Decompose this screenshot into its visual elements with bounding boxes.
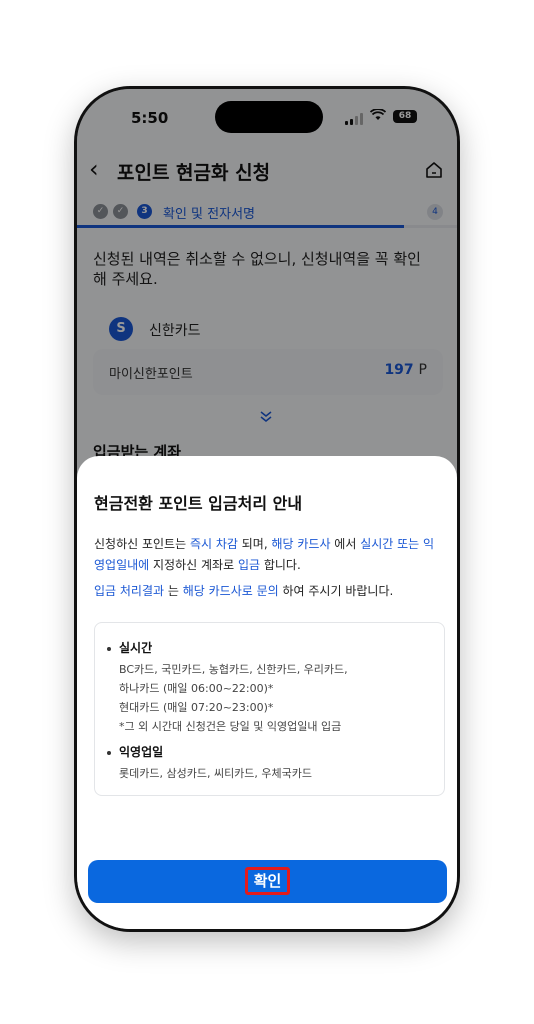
highlight-text: 해당 카드사: [271, 537, 331, 551]
realtime-line: 하나카드 (매일 06:00~22:00)*: [119, 682, 274, 695]
nextday-title: 익영업일: [119, 745, 164, 759]
realtime-title: 실시간: [119, 641, 153, 655]
highlight-text: 즉시 차감: [189, 537, 238, 551]
deposit-schedule-box: 실시간 BC카드, 국민카드, 농협카드, 신한카드, 우리카드, 하나카드 (…: [94, 622, 445, 796]
confirm-button-label: 확인: [244, 867, 291, 895]
sheet-title: 현금전환 포인트 입금처리 안내: [94, 494, 303, 513]
paragraph-text: 되며,: [237, 537, 272, 551]
paragraph-text: 신청하신 포인트는: [94, 537, 190, 551]
sheet-paragraph-deposit: 신청하신 포인트는 즉시 차감 되며, 해당 카드사 에서 실시간 또는 익영업…: [94, 534, 444, 576]
phone-frame: 5:50 68 ‹ 포인트 현금화 신청 ✓ ✓ 3 확인 및 전자서명 4 신…: [74, 86, 460, 932]
paragraph-text: 에서: [330, 537, 361, 551]
highlight-text: 입금 처리결과: [94, 584, 165, 598]
bottom-sheet: 현금전환 포인트 입금처리 안내 신청하신 포인트는 즉시 차감 되며, 해당 …: [77, 456, 457, 929]
nextday-heading: 익영업일: [107, 743, 163, 760]
bullet-icon: [107, 646, 111, 651]
realtime-line: 현대카드 (매일 07:20~23:00)*: [119, 701, 274, 714]
confirm-button[interactable]: 확인: [88, 860, 447, 903]
sheet-paragraph-inquiry: 입금 처리결과 는 해당 카드사로 문의 하여 주시기 바랍니다.: [94, 581, 444, 602]
bullet-icon: [107, 750, 111, 755]
paragraph-text: 지정하신 계좌로: [149, 558, 238, 572]
realtime-line: *그 외 시간대 신청건은 당일 및 익영업일내 입금: [119, 720, 342, 733]
paragraph-text: 는: [164, 584, 183, 598]
screen: 5:50 68 ‹ 포인트 현금화 신청 ✓ ✓ 3 확인 및 전자서명 4 신…: [77, 89, 457, 929]
highlight-text: 해당 카드사로 문의: [182, 584, 279, 598]
realtime-heading: 실시간: [107, 639, 152, 656]
paragraph-text: 합니다.: [260, 558, 301, 572]
highlight-text: 입금: [237, 558, 261, 572]
paragraph-text: 하여 주시기 바랍니다.: [278, 584, 394, 598]
nextday-line: 롯데카드, 삼성카드, 씨티카드, 우체국카드: [119, 767, 313, 780]
realtime-line: BC카드, 국민카드, 농협카드, 신한카드, 우리카드,: [119, 663, 348, 676]
